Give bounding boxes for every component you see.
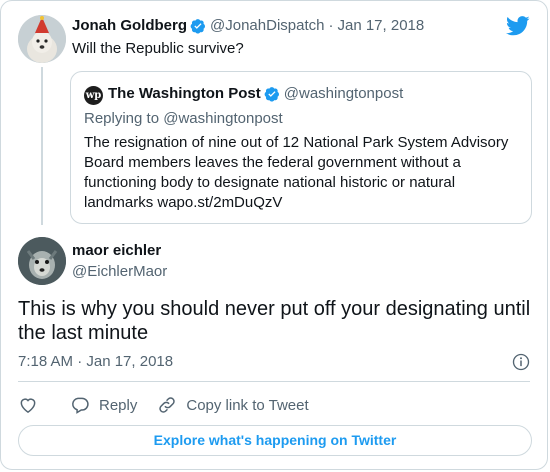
quote-handle[interactable]: @washingtonpost	[284, 85, 403, 102]
tweet2-author-name[interactable]: maor eichler	[72, 242, 161, 259]
quote-header: The Washington Post @washingtonpost	[108, 85, 403, 102]
quote-author-name[interactable]: The Washington Post	[108, 85, 261, 102]
copy-link-label: Copy link to Tweet	[186, 396, 309, 414]
maor-eichler-avatar[interactable]	[18, 237, 66, 285]
tweet1-handle[interactable]: @JonahDispatch	[210, 17, 324, 34]
tweet2-timestamp[interactable]: 7:18 AM · Jan 17, 2018	[18, 353, 173, 370]
thread-connector-line	[41, 67, 43, 225]
jonah-goldberg-avatar[interactable]	[18, 15, 66, 63]
dot-separator: ·	[328, 17, 334, 34]
quote-replying-to[interactable]: Replying to @washingtonpost	[84, 110, 283, 127]
heart-icon	[20, 398, 36, 413]
like-button[interactable]	[18, 395, 38, 415]
copy-link-button[interactable]: Copy link to Tweet	[157, 395, 309, 415]
info-icon[interactable]	[512, 353, 530, 371]
washington-post-logo[interactable]: wp	[84, 86, 103, 105]
reply-icon	[72, 397, 89, 414]
tweet1-date[interactable]: Jan 17, 2018	[337, 17, 424, 34]
tweet1-header: Jonah Goldberg @JonahDispatch · Jan 17, …	[72, 17, 424, 34]
explore-twitter-button[interactable]: Explore what's happening on Twitter	[18, 425, 532, 456]
action-bar: Reply Copy link to Tweet	[18, 394, 309, 416]
reply-button[interactable]: Reply	[70, 395, 137, 415]
reply-label: Reply	[99, 396, 138, 414]
quote-text: The resignation of nine out of 12 Nation…	[84, 134, 509, 211]
link-icon	[159, 397, 176, 413]
twitter-bird-icon[interactable]	[506, 16, 530, 36]
tweet2-handle[interactable]: @EichlerMaor	[72, 263, 167, 280]
tweet-card: Jonah Goldberg @JonahDispatch · Jan 17, …	[0, 0, 548, 470]
quoted-tweet[interactable]: wp The Washington Post @washingtonpost R…	[70, 71, 532, 224]
verified-icon	[264, 86, 279, 102]
divider	[18, 381, 530, 382]
tweet1-author-name[interactable]: Jonah Goldberg	[72, 17, 187, 34]
tweet2-text: This is why you should never put off you…	[18, 298, 531, 344]
verified-icon	[190, 18, 206, 34]
tweet1-text: Will the Republic survive?	[72, 40, 244, 57]
